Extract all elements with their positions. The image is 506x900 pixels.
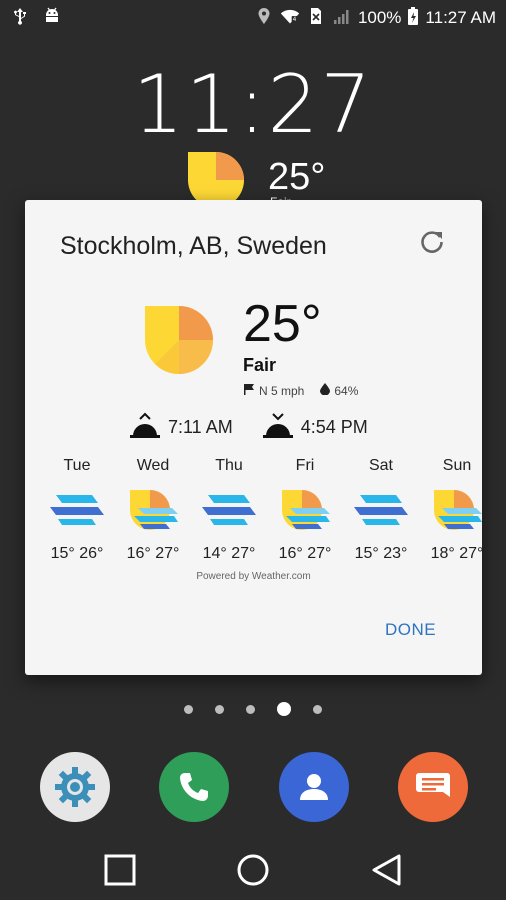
partly-cloudy-wind-icon [115,485,191,537]
battery-percent: 100% [357,8,402,27]
status-time: 11:27 AM [425,8,496,27]
done-button[interactable]: DONE [385,620,436,640]
forecast-strip[interactable]: Tue 15° 26° Wed 16° 27° Thu 14° 27° Fri [39,457,482,567]
recents-button[interactable] [102,852,138,888]
home-weather-temp: 25° [268,156,326,198]
refresh-icon [421,231,443,253]
current-weather-icon [143,304,215,381]
signal-icon [332,6,352,31]
forecast-temps: 16° 27° [278,545,332,562]
forecast-day: Thu 14° 27° [191,457,267,563]
forecast-day: Sat 15° 23° [343,457,419,563]
powered-by: Powered by Weather.com [196,571,311,582]
message-icon [416,773,450,797]
battery-charging-icon [407,6,419,31]
current-temperature: 25° [243,295,322,353]
forecast-day-name: Thu [215,457,243,474]
forecast-day-name: Wed [136,457,170,474]
page-dot[interactable] [313,704,322,714]
wind-flag-icon [243,383,255,398]
forecast-temps: 15° 23° [354,545,408,562]
status-bar: 4 100% 11:27 AM [0,0,506,36]
sunset-icon [262,412,293,443]
contacts-app-button[interactable] [279,752,349,822]
gear-icon [55,767,95,807]
navigation-bar [0,840,506,900]
phone-icon [180,773,208,801]
forecast-day-name: Sat [368,457,393,474]
windy-icon [343,485,419,537]
sunrise-time: 7:11 AM [168,417,233,437]
sun-times: 7:11 AM 4:54 PM [130,412,368,443]
forecast-day-name: Fri [295,457,315,474]
refresh-button[interactable] [418,228,446,256]
app-dock [0,752,506,824]
forecast-day: Fri 16° 27° [267,457,343,563]
person-icon [300,774,328,800]
location-title: Stockholm, AB, Sweden [60,232,327,260]
forecast-day: Wed 16° 27° [115,457,191,563]
location-icon [254,6,274,31]
forecast-temps: 15° 26° [50,545,104,562]
messages-app-button[interactable] [398,752,468,822]
svg-text:4: 4 [293,17,297,23]
partly-cloudy-wind-icon [419,485,482,537]
forecast-temps: 18° 27° [430,545,482,562]
usb-icon [10,6,30,31]
windy-icon [39,485,115,537]
circle-icon [237,854,269,886]
sunset-time: 4:54 PM [300,417,368,437]
page-dot[interactable] [246,704,255,714]
triangle-back-icon [372,854,401,886]
humidity-drop-icon [320,383,331,398]
windy-icon [191,485,267,537]
home-button[interactable] [235,852,271,888]
current-details: N 5 mph 64% [243,383,358,398]
forecast-temps: 14° 27° [202,545,256,562]
phone-app-button[interactable] [159,752,229,822]
square-icon [104,854,136,886]
wifi-icon: 4 [280,6,300,31]
page-dot[interactable] [215,704,224,714]
forecast-day-name: Tue [63,457,91,474]
forecast-day: Tue 15° 26° [39,457,115,563]
humidity-value: 64% [334,383,359,398]
android-debug-icon [42,6,62,31]
sunset: 4:54 PM [262,412,368,443]
wind-value: N 5 mph [259,383,305,398]
page-indicator [0,702,506,716]
forecast-day: Sun 18° 27° [419,457,482,563]
back-button[interactable] [369,852,405,888]
forecast-day-name: Sun [442,457,472,474]
forecast-temps: 16° 27° [126,545,180,562]
page-dot[interactable] [184,704,193,714]
settings-app-button[interactable] [40,752,110,822]
page-dot-active[interactable] [277,702,291,716]
sunrise-icon [130,412,160,443]
sunrise: 7:11 AM [130,412,233,443]
home-clock: 11:27 [132,58,374,151]
current-condition: Fair [243,355,277,375]
partly-cloudy-wind-icon [267,485,343,537]
weather-dialog: Stockholm, AB, Sweden 25° Fair N 5 mph 6… [25,200,482,675]
no-sim-icon [306,6,326,31]
